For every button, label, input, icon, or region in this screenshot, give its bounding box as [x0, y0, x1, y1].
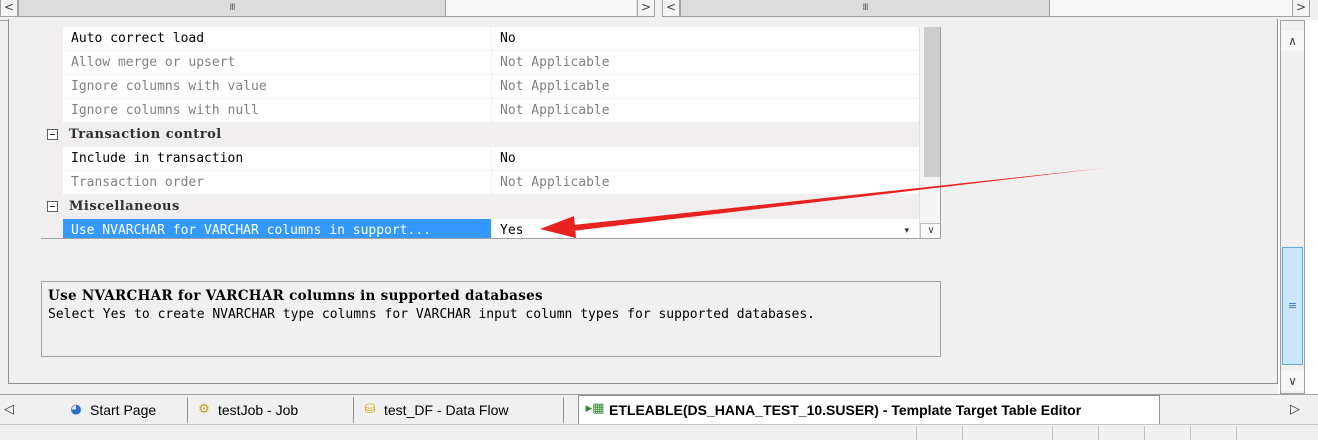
property-name: Ignore columns with null: [63, 99, 491, 123]
property-name: Ignore columns with value: [63, 75, 491, 99]
top-scrollbar-strip: < III > < III >: [0, 0, 1318, 20]
property-row-ignore-columns-null[interactable]: Ignore columns with null Not Applicable: [41, 99, 940, 123]
scroll-thumb[interactable]: III: [18, 0, 446, 16]
right-vertical-scrollbar[interactable]: ∧ ≡ ∨: [1280, 20, 1305, 394]
tab-testjob[interactable]: ⚙ testJob - Job: [188, 397, 354, 423]
property-name: Allow merge or upsert: [63, 51, 491, 75]
scroll-track[interactable]: [1050, 0, 1294, 16]
start-page-icon: ◕: [70, 402, 82, 417]
editor-window: < III > < III > Auto correct load No All…: [0, 0, 1318, 440]
property-name: Include in transaction: [63, 147, 491, 171]
property-value[interactable]: Not Applicable: [491, 171, 940, 195]
job-icon: ⚙: [198, 402, 210, 417]
document-tab-strip: ◁ ◕ Start Page ⚙ testJob - Job ⛁ test_DF…: [0, 394, 1318, 425]
options-panel: Auto correct load No Allow merge or upse…: [8, 19, 1278, 384]
table-editor-icon: ▸▦: [585, 401, 605, 416]
tab-label: testJob - Job: [218, 402, 299, 418]
property-row-auto-correct-load[interactable]: Auto correct load No: [41, 27, 940, 51]
scroll-track[interactable]: [446, 0, 636, 16]
category-transaction-control[interactable]: Transaction control: [41, 123, 940, 147]
scroll-left-arrow-icon[interactable]: <: [663, 0, 680, 16]
scroll-left-arrow-icon[interactable]: <: [1, 0, 18, 16]
category-label: Miscellaneous: [69, 199, 180, 214]
property-name: Use NVARCHAR for VARCHAR columns in supp…: [63, 219, 491, 238]
tab-scroll-right-icon[interactable]: ▷: [1290, 402, 1300, 417]
property-row-include-in-transaction[interactable]: Include in transaction No: [41, 147, 940, 171]
chevron-down-icon[interactable]: ∨: [1281, 371, 1304, 391]
grid-scroll-thumb[interactable]: [924, 27, 940, 177]
scroll-right-arrow-icon[interactable]: >: [637, 0, 654, 16]
chevron-down-icon[interactable]: ∨: [920, 223, 940, 238]
tab-label: Start Page: [90, 402, 157, 418]
dataflow-icon: ⛁: [364, 402, 376, 417]
scroll-right-arrow-icon[interactable]: >: [1292, 0, 1309, 16]
chevron-up-icon[interactable]: ∧: [1281, 31, 1304, 51]
property-name: Transaction order: [63, 171, 491, 195]
collapse-icon[interactable]: [47, 201, 58, 212]
tab-test-df[interactable]: ⛁ test_DF - Data Flow: [354, 397, 564, 423]
description-panel: Use NVARCHAR for VARCHAR columns in supp…: [41, 281, 941, 357]
property-row-use-nvarchar[interactable]: Use NVARCHAR for VARCHAR columns in supp…: [41, 219, 940, 238]
scroll-thumb[interactable]: ≡: [1282, 247, 1303, 365]
tab-label: test_DF - Data Flow: [384, 402, 509, 418]
property-value[interactable]: Not Applicable: [491, 99, 940, 123]
description-title: Use NVARCHAR for VARCHAR columns in supp…: [48, 288, 543, 304]
property-value[interactable]: Not Applicable: [491, 75, 940, 99]
property-value[interactable]: Not Applicable: [491, 51, 940, 75]
property-value-dropdown[interactable]: Yes: [491, 219, 940, 238]
category-label: Transaction control: [69, 127, 222, 142]
collapse-icon[interactable]: [47, 129, 58, 140]
property-row-transaction-order[interactable]: Transaction order Not Applicable: [41, 171, 940, 195]
description-body: Select Yes to create NVARCHAR type colum…: [48, 307, 816, 322]
dropdown-arrow-icon[interactable]: ▾: [904, 219, 909, 238]
category-miscellaneous[interactable]: Miscellaneous: [41, 195, 940, 219]
scroll-thumb[interactable]: III: [680, 0, 1050, 16]
property-name: Auto correct load: [63, 27, 491, 51]
property-value[interactable]: No: [491, 147, 940, 171]
tab-template-target-table-editor[interactable]: ▸▦ ETLEABLE(DS_HANA_TEST_10.SUSER) - Tem…: [578, 395, 1160, 425]
property-value[interactable]: No: [491, 27, 940, 51]
tab-scroll-left-icon[interactable]: ◁: [4, 402, 14, 417]
grid-vertical-scrollbar[interactable]: ∨: [919, 27, 940, 238]
property-row-ignore-columns-value[interactable]: Ignore columns with value Not Applicable: [41, 75, 940, 99]
tab-start-page[interactable]: ◕ Start Page: [60, 397, 188, 423]
property-grid: Auto correct load No Allow merge or upse…: [41, 27, 941, 239]
status-bar: [0, 424, 1318, 440]
property-row-allow-merge[interactable]: Allow merge or upsert Not Applicable: [41, 51, 940, 75]
tab-label: ETLEABLE(DS_HANA_TEST_10.SUSER) - Templa…: [609, 402, 1082, 418]
left-horizontal-scrollbar[interactable]: < III >: [0, 0, 655, 17]
options-content: Auto correct load No Allow merge or upse…: [0, 19, 1278, 394]
right-horizontal-scrollbar[interactable]: < III >: [662, 0, 1310, 17]
